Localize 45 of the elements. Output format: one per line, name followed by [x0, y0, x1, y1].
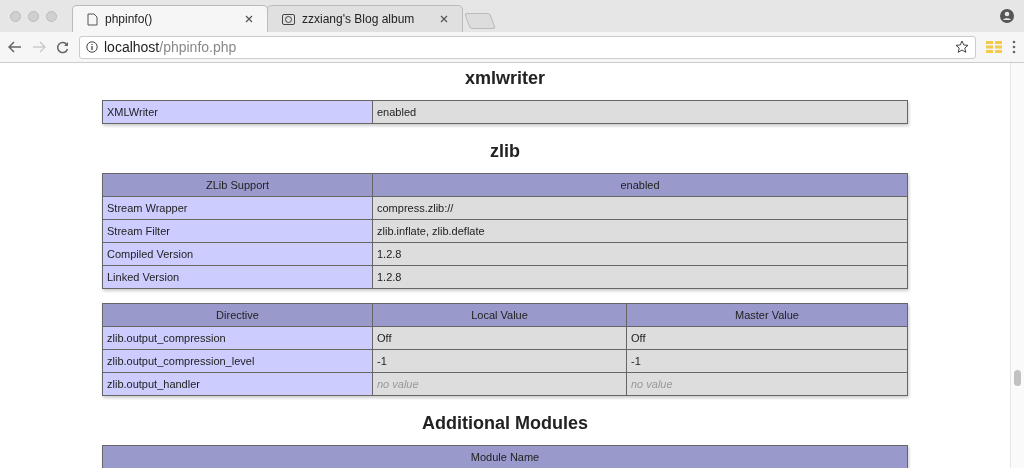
row-label: zlib.output_compression_level: [103, 350, 372, 372]
table-cell: -1: [626, 350, 907, 372]
tab-title: phpinfo(): [105, 11, 154, 28]
browser-tab[interactable]: zzxiang's Blog album: [267, 5, 463, 32]
column-header: Local Value: [372, 304, 626, 326]
star-icon[interactable]: [955, 40, 969, 54]
table-cell: no value: [626, 373, 907, 395]
column-header: ZLib Support: [205, 177, 270, 193]
row-label: Compiled Version: [103, 243, 372, 265]
column-header: Master Value: [626, 304, 907, 326]
profile-icon[interactable]: [1000, 9, 1014, 23]
section-heading: xmlwriter: [463, 66, 546, 90]
table-cell: enabled: [372, 101, 907, 123]
tab-title: zzxiang's Blog album: [302, 11, 416, 28]
scrollbar-thumb[interactable]: [1014, 370, 1021, 386]
reload-icon[interactable]: [56, 40, 69, 54]
table-cell: Off: [372, 327, 626, 349]
table-cell: 1.2.8: [372, 266, 907, 288]
column-header: enabled: [372, 174, 907, 196]
close-icon[interactable]: [440, 15, 448, 23]
table-cell: Off: [626, 327, 907, 349]
row-label: Linked Version: [103, 266, 372, 288]
table-cell: zlib.inflate, zlib.deflate: [372, 220, 907, 242]
row-label: XMLWriter: [103, 101, 372, 123]
table-cell: 1.2.8: [372, 243, 907, 265]
info-icon[interactable]: [86, 41, 98, 53]
photo-icon: [282, 13, 295, 25]
table-cell: no value: [372, 373, 626, 395]
section-heading: zlib: [489, 139, 521, 163]
table-cell: -1: [372, 350, 626, 372]
row-label: Stream Filter: [103, 220, 372, 242]
address-bar[interactable]: localhost/phpinfo.php: [79, 35, 976, 59]
column-header: Directive: [215, 307, 260, 323]
section-heading: Additional Modules: [421, 411, 589, 435]
url-text: localhost/phpinfo.php: [104, 37, 238, 57]
back-icon[interactable]: [8, 41, 22, 53]
row-label: zlib.output_handler: [103, 373, 372, 395]
close-icon[interactable]: [245, 15, 253, 23]
column-header: Module Name: [469, 449, 541, 465]
row-label: Stream Wrapper: [103, 197, 372, 219]
table-cell: compress.zlib://: [372, 197, 907, 219]
browser-tab[interactable]: phpinfo(): [72, 5, 268, 32]
page-icon: [87, 12, 98, 26]
menu-icon[interactable]: [1012, 40, 1016, 54]
row-label: zlib.output_compression: [103, 327, 372, 349]
